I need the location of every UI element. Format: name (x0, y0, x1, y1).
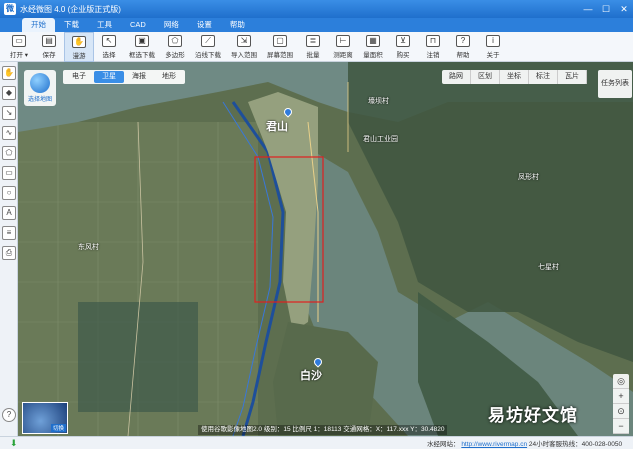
satellite-imagery (18, 62, 633, 436)
map-type-tabs: 电子 卫星 海报 地形 (63, 70, 185, 84)
pan-button[interactable]: ✋ 漫游 (64, 32, 94, 62)
box-download-button[interactable]: ▣ 框选下载 (124, 32, 160, 62)
zoom-controls: ◎ + ⊙ − (613, 374, 629, 434)
info-icon: i (486, 35, 500, 47)
menu-settings[interactable]: 设置 (188, 18, 221, 32)
measure-distance-button[interactable]: ⊢ 测距离 (328, 32, 358, 62)
measure-area-button[interactable]: ▦ 量面积 (358, 32, 388, 62)
globe-icon (30, 73, 50, 93)
maximize-button[interactable]: ☐ (597, 0, 615, 18)
place-label: 君山工业园 (363, 136, 398, 143)
batch-button[interactable]: ≣ 批量 (298, 32, 328, 62)
website-link[interactable]: http://www.rivermap.cn (461, 441, 527, 448)
menu-network[interactable]: 网络 (155, 18, 188, 32)
tab-electronic[interactable]: 电子 (64, 71, 94, 83)
place-label: 凤形村 (518, 174, 539, 181)
buy-button[interactable]: ⊻ 购买 (388, 32, 418, 62)
locate-icon[interactable]: ◎ (613, 374, 629, 389)
circle-icon[interactable]: ○ (2, 186, 16, 200)
cart-icon: ⊻ (396, 35, 410, 47)
box-download-icon: ▣ (135, 35, 149, 47)
toolbar: ▭ 打开 ▾ ▤ 保存 ✋ 漫游 ↖ 选择 ▣ 框选下载 ⬠ 多边形 ⟋ 沿线下载 ⇲ 导入范围… (0, 32, 633, 62)
rectangle-icon[interactable]: ▭ (2, 166, 16, 180)
line-download-button[interactable]: ⟋ 沿线下载 (190, 32, 226, 62)
tile-toggle[interactable]: 瓦片 (558, 70, 587, 84)
polyline-icon[interactable]: ∿ (2, 126, 16, 140)
menu-bar: 开始 下载 工具 CAD 网络 设置 帮助 (0, 18, 633, 32)
drawing-sidebar: ✋ ◆ ↘ ∿ ⬠ ▭ ○ A ≡ ⎙ ? (0, 62, 18, 436)
menu-download[interactable]: 下载 (55, 18, 88, 32)
measure-distance-icon: ⊢ (336, 35, 350, 47)
hand-icon: ✋ (72, 36, 86, 48)
place-label: 白沙 (300, 370, 322, 382)
annotation-toggle[interactable]: 标注 (529, 70, 558, 84)
place-label: 壕坝村 (368, 98, 389, 105)
pan-icon[interactable]: ✋ (2, 66, 16, 80)
task-list-button[interactable]: 任务列表 (598, 70, 632, 98)
website-info: 水经网站： http://www.rivermap.cn 24小时客服热线：40… (427, 441, 623, 448)
screen-range-icon: ▢ (273, 35, 287, 47)
zoom-in-button[interactable]: + (613, 389, 629, 404)
tab-poster[interactable]: 海报 (124, 71, 154, 83)
place-label: 东风村 (78, 244, 99, 251)
save-button[interactable]: ▤ 保存 (34, 32, 64, 62)
text-icon[interactable]: A (2, 206, 16, 220)
folder-icon: ▭ (12, 35, 26, 47)
menu-help[interactable]: 帮助 (221, 18, 254, 32)
logout-button[interactable]: ⊓ 注销 (418, 32, 448, 62)
polygon-icon: ⬠ (168, 35, 182, 47)
import-range-icon: ⇲ (237, 35, 251, 47)
menu-start[interactable]: 开始 (22, 18, 55, 32)
menu-tools[interactable]: 工具 (88, 18, 121, 32)
about-button[interactable]: i 关于 (478, 32, 508, 62)
tab-terrain[interactable]: 地形 (154, 71, 184, 83)
window-controls: — ☐ ✕ (579, 0, 633, 18)
zoom-out-button[interactable]: − (613, 419, 629, 434)
lock-icon: ⊓ (426, 35, 440, 47)
globe-minimap[interactable]: 切换 (22, 402, 68, 434)
watermark: 易坊好文馆 (488, 406, 578, 425)
sidebar-help-icon[interactable]: ? (2, 408, 16, 422)
batch-icon: ≣ (306, 35, 320, 47)
status-bar: ⬇ 水经网站： http://www.rivermap.cn 24小时客服热线：… (0, 436, 633, 449)
hotline-text: 24小时客服热线：400-028-0050 (528, 441, 623, 448)
map-canvas[interactable]: 选择地图 电子 卫星 海报 地形 路网 区划 坐标 标注 瓦片 任务列表 君山 … (18, 62, 633, 436)
help-button[interactable]: ? 帮助 (448, 32, 478, 62)
minimize-button[interactable]: — (579, 0, 597, 18)
import-range-button[interactable]: ⇲ 导入范围 (226, 32, 262, 62)
place-label: 君山 (266, 121, 288, 133)
map-source-selector[interactable]: 选择地图 (24, 70, 56, 106)
coordinate-toggle[interactable]: 坐标 (500, 70, 529, 84)
polygon-draw-icon[interactable]: ⬠ (2, 146, 16, 160)
minimap-switch-label[interactable]: 切换 (50, 424, 66, 432)
layers-icon[interactable]: ≡ (2, 226, 16, 240)
polygon-button[interactable]: ⬠ 多边形 (160, 32, 190, 62)
screen-range-button[interactable]: ▢ 屏幕范围 (262, 32, 298, 62)
title-bar: 微 水经微图 4.0 (企业版正式版) — ☐ ✕ (0, 0, 633, 18)
place-label: 七星村 (538, 264, 559, 271)
help-icon: ? (456, 35, 470, 47)
menu-cad[interactable]: CAD (121, 18, 155, 32)
scale-coordinate-readout: 使用谷歌影像地图2.0 级别：15 比例尺 1：18113 交通网格：X：117… (198, 425, 448, 435)
app-logo: 微 (4, 3, 16, 15)
close-button[interactable]: ✕ (615, 0, 633, 18)
line-download-icon: ⟋ (201, 35, 215, 47)
select-button[interactable]: ↖ 选择 (94, 32, 124, 62)
cursor-icon: ↖ (102, 35, 116, 47)
marker-icon[interactable]: ◆ (2, 86, 16, 100)
compass-icon[interactable]: ⊙ (613, 404, 629, 419)
download-icon[interactable]: ⬇ (10, 438, 20, 448)
measure-area-icon: ▦ (366, 35, 380, 47)
division-toggle[interactable]: 区划 (471, 70, 500, 84)
print-icon[interactable]: ⎙ (2, 246, 16, 260)
road-network-toggle[interactable]: 路网 (442, 70, 471, 84)
open-button[interactable]: ▭ 打开 ▾ (4, 32, 34, 62)
window-title: 水经微图 4.0 (企业版正式版) (20, 4, 121, 14)
tab-satellite[interactable]: 卫星 (94, 71, 124, 83)
save-icon: ▤ (42, 35, 56, 47)
line-icon[interactable]: ↘ (2, 106, 16, 120)
map-overlay-tools: 路网 区划 坐标 标注 瓦片 (442, 70, 587, 84)
